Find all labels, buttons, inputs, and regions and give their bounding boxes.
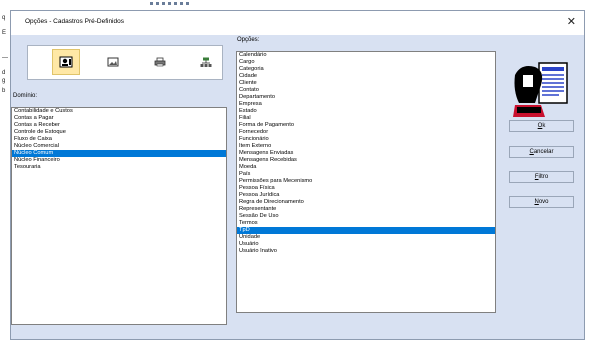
list-item[interactable]: Unidade bbox=[237, 234, 495, 241]
close-icon[interactable]: ✕ bbox=[567, 15, 576, 29]
dominio-label: Domínio: bbox=[13, 93, 38, 99]
desktop-top-strip bbox=[0, 0, 595, 10]
list-item[interactable]: Mensagens Recebidas bbox=[237, 157, 495, 164]
list-item[interactable]: Empresa bbox=[237, 101, 495, 108]
new-label: ovo bbox=[538, 199, 549, 205]
list-item[interactable]: TpD bbox=[237, 227, 495, 234]
image-icon[interactable] bbox=[99, 49, 127, 75]
background-char: q bbox=[2, 15, 6, 21]
ok-button[interactable]: Ok bbox=[509, 120, 574, 132]
list-item[interactable]: Departamento bbox=[237, 94, 495, 101]
list-item[interactable]: Fluxo de Caixa bbox=[12, 136, 226, 143]
list-item[interactable]: Filial bbox=[237, 115, 495, 122]
list-item[interactable]: Cidade bbox=[237, 73, 495, 80]
list-item[interactable]: Regra de Direcionamento bbox=[237, 199, 495, 206]
background-char: g bbox=[2, 78, 6, 84]
list-item[interactable]: Usuário bbox=[237, 241, 495, 248]
list-item[interactable]: Núcleo Financeiro bbox=[12, 157, 226, 164]
ok-label: k bbox=[542, 123, 546, 129]
list-item[interactable]: Permissões para Mecenismo bbox=[237, 178, 495, 185]
list-item[interactable]: Pessoa Jurídica bbox=[237, 192, 495, 199]
background-fragment bbox=[150, 2, 190, 5]
filter-button[interactable]: Filtro bbox=[509, 171, 574, 183]
list-item[interactable]: Representante bbox=[237, 206, 495, 213]
list-item[interactable]: Contas a Receber bbox=[12, 122, 226, 129]
background-char: — bbox=[2, 55, 8, 61]
list-item[interactable]: Contas a Pagar bbox=[12, 115, 226, 122]
dominio-list[interactable]: Contabilidade e Custos Contas a Pagar Cont… bbox=[11, 107, 227, 325]
list-item[interactable]: Controle de Estoque bbox=[12, 129, 226, 136]
dominio-rows: Contabilidade e Custos Contas a Pagar Cont… bbox=[12, 108, 226, 171]
list-item[interactable]: Termos bbox=[237, 220, 495, 227]
list-item[interactable]: Funcionário bbox=[237, 136, 495, 143]
list-item[interactable]: Calendário bbox=[237, 52, 495, 59]
desktop-left-strip: q E — d g b bbox=[0, 10, 10, 353]
background-char: d bbox=[2, 70, 6, 76]
list-item[interactable]: Usuário Inativo bbox=[237, 248, 495, 255]
list-item[interactable]: Mensagens Enviadas bbox=[237, 150, 495, 157]
category-toolbar bbox=[27, 45, 223, 80]
network-icon[interactable] bbox=[192, 49, 220, 75]
contact-card-icon[interactable] bbox=[52, 49, 80, 75]
list-item[interactable]: Item Externo bbox=[237, 143, 495, 150]
options-dialog: Opções - Cadastros Pré-Definidos ✕ Domín… bbox=[10, 10, 585, 340]
list-item[interactable]: Núcleo Comum bbox=[12, 150, 226, 157]
list-item[interactable]: Fornecedor bbox=[237, 129, 495, 136]
title-bar: Opções - Cadastros Pré-Definidos ✕ bbox=[11, 11, 584, 35]
list-item[interactable]: Categoria bbox=[237, 66, 495, 73]
list-item[interactable]: Estado bbox=[237, 108, 495, 115]
list-item[interactable]: Tesouraria bbox=[12, 164, 226, 171]
list-item[interactable]: Núcleo Comercial bbox=[12, 143, 226, 150]
list-item[interactable]: Contabilidade e Custos bbox=[12, 108, 226, 115]
cancel-button[interactable]: Cancelar bbox=[509, 146, 574, 158]
new-button[interactable]: Novo bbox=[509, 196, 574, 208]
background-char: b bbox=[2, 88, 6, 94]
opcoes-rows: Calendário Cargo Categoria Cidade Cliente Con… bbox=[237, 52, 495, 255]
list-item[interactable]: Cliente bbox=[237, 80, 495, 87]
list-item[interactable]: Moeda bbox=[237, 164, 495, 171]
list-item[interactable]: País bbox=[237, 171, 495, 178]
printer-icon[interactable] bbox=[146, 49, 174, 75]
opcoes-list[interactable]: Calendário Cargo Categoria Cidade Cliente Con… bbox=[236, 51, 496, 313]
list-item[interactable]: Pessoa Física bbox=[237, 185, 495, 192]
list-item[interactable]: Forma de Pagamento bbox=[237, 122, 495, 129]
opcoes-label: Opções: bbox=[237, 37, 260, 43]
list-item[interactable]: Contato bbox=[237, 87, 495, 94]
window-title: Opções - Cadastros Pré-Definidos bbox=[25, 18, 124, 25]
cancel-label: ancelar bbox=[533, 149, 554, 155]
background-char: E bbox=[2, 30, 7, 36]
filter-label: iltro bbox=[538, 174, 549, 180]
document-editor-icon bbox=[511, 61, 573, 121]
list-item[interactable]: Cargo bbox=[237, 59, 495, 66]
list-item[interactable]: Sessão De Uso bbox=[237, 213, 495, 220]
